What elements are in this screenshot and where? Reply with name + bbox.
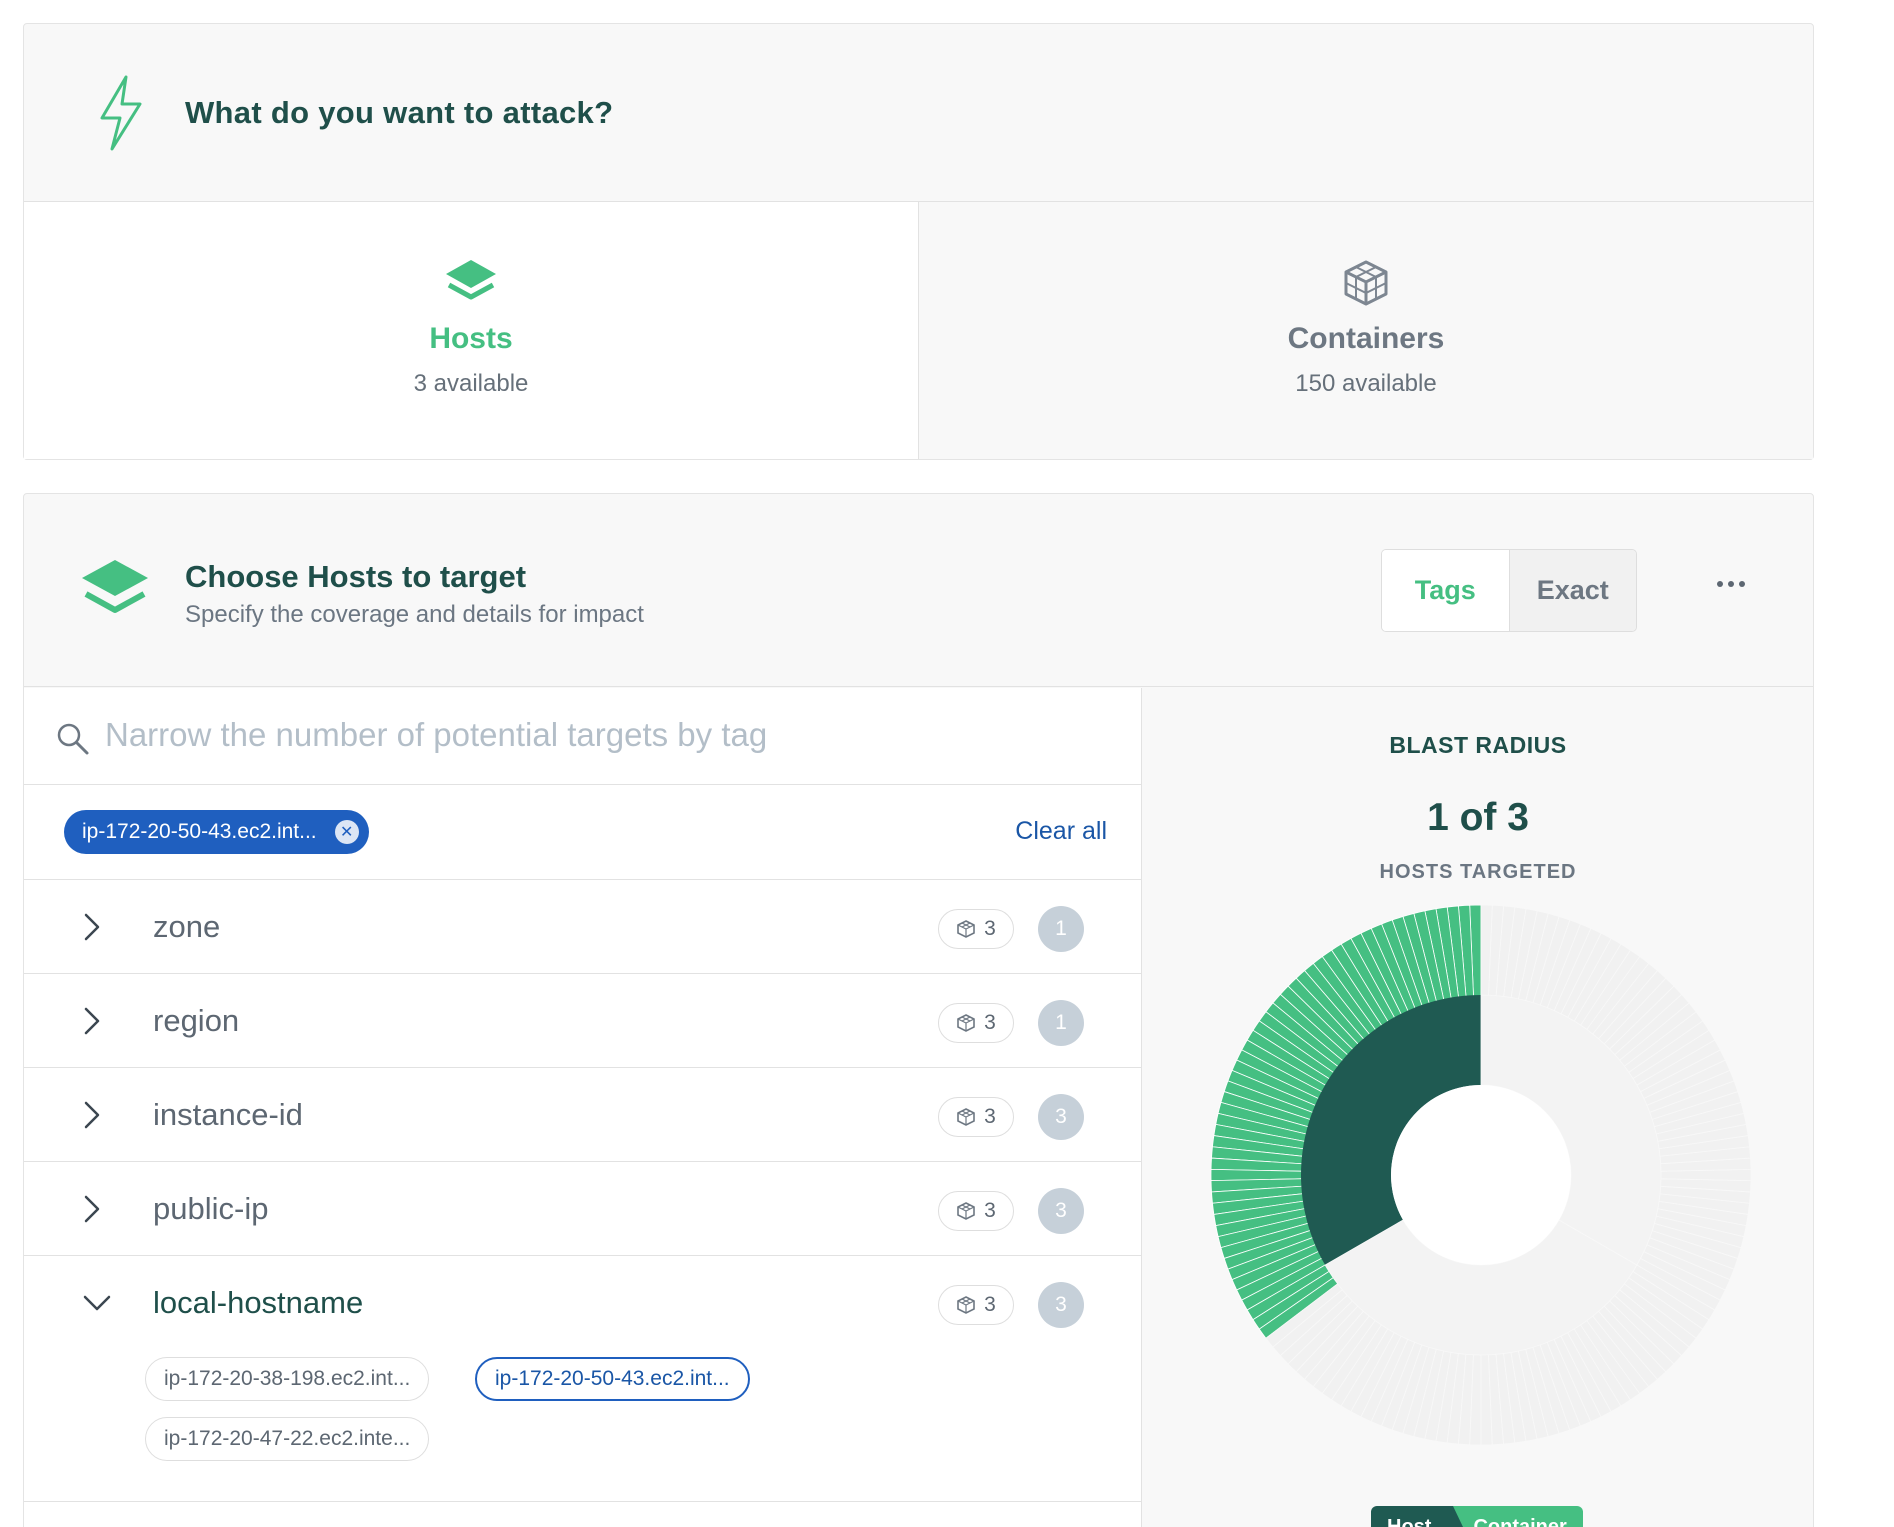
target-type-hosts[interactable]: Hosts 3 available [24, 202, 918, 459]
choose-subtitle: Specify the coverage and details for imp… [185, 601, 644, 628]
tag-search [24, 688, 1141, 785]
selected-tags-row: ip-172-20-50-43.ec2.int... ✕ Clear all [24, 785, 1141, 880]
container-count-badge: 3 [938, 909, 1014, 949]
host-count-badge: 3 [1038, 1188, 1084, 1234]
tag-value-chip[interactable]: ip-172-20-38-198.ec2.int... [145, 1357, 430, 1401]
hosts-targeted-label: HOSTS TARGETED [1379, 861, 1577, 883]
target-type-name: Hosts [429, 322, 513, 355]
mode-toggle: Tags Exact [1381, 549, 1637, 632]
more-options-button[interactable] [1706, 559, 1756, 609]
host-count-badge: 1 [1038, 906, 1084, 952]
target-type-containers[interactable]: Containers 150 available [918, 202, 1813, 459]
legend-host[interactable]: Host [1371, 1506, 1464, 1527]
legend-container[interactable]: Container [1453, 1506, 1583, 1527]
clear-all-link[interactable]: Clear all [1015, 817, 1107, 846]
container-count: 3 [984, 1293, 996, 1316]
tag-row-zone[interactable]: zone 3 1 [24, 880, 1141, 974]
donut-center [1391, 1085, 1571, 1265]
container-cube-icon [956, 1013, 976, 1033]
remove-chip-icon[interactable]: ✕ [334, 820, 359, 844]
blast-radius-donut [1211, 905, 1751, 1445]
container-count: 3 [984, 1011, 996, 1034]
tag-filter-pane: ip-172-20-50-43.ec2.int... ✕ Clear all z… [24, 688, 1142, 1527]
target-type-available: 150 available [1295, 370, 1437, 397]
tag-row-public-ip[interactable]: public-ip 3 3 [24, 1162, 1141, 1256]
tag-name: region [153, 1003, 240, 1038]
blast-radius-pane: BLAST RADIUS 1 of 3 HOSTS TARGETED Host … [1143, 688, 1813, 1527]
tag-name: zone [153, 909, 221, 944]
container-count-badge: 3 [938, 1003, 1014, 1043]
container-count-badge: 3 [938, 1191, 1014, 1231]
more-horizontal-icon [1717, 581, 1723, 587]
tag-name: local-hostname [153, 1285, 364, 1320]
choose-targets-panel: Choose Hosts to target Specify the cover… [23, 493, 1814, 1527]
container-cube-icon [956, 919, 976, 939]
tag-name: public-ip [153, 1191, 269, 1226]
chevron-right-icon[interactable] [80, 910, 104, 949]
tab-exact[interactable]: Exact [1509, 550, 1636, 631]
chevron-down-icon[interactable] [80, 1286, 114, 1325]
target-type-selector: Hosts 3 available Containers 150 availab… [24, 202, 1813, 459]
choose-header: Choose Hosts to target Specify the cover… [24, 494, 1813, 687]
tag-row-region[interactable]: region 3 1 [24, 974, 1141, 1068]
selected-tag-label: ip-172-20-50-43.ec2.int... [82, 820, 317, 843]
container-count-badge: 3 [938, 1097, 1014, 1137]
container-count: 3 [984, 917, 996, 940]
layers-icon [24, 258, 918, 308]
attack-header: What do you want to attack? [24, 24, 1813, 202]
container-cube-icon [956, 1295, 976, 1315]
tag-value-chip[interactable]: ip-172-20-47-22.ec2.inte... [145, 1417, 430, 1461]
chevron-right-icon[interactable] [80, 1004, 104, 1043]
choose-title: Choose Hosts to target [185, 559, 527, 594]
container-count-badge: 3 [938, 1285, 1014, 1325]
lightning-bolt-icon [96, 74, 146, 157]
tag-search-input[interactable] [105, 710, 1105, 760]
host-count-badge: 3 [1038, 1094, 1084, 1140]
tag-row-instance-id[interactable]: instance-id 3 3 [24, 1068, 1141, 1162]
container-count: 3 [984, 1199, 996, 1222]
host-count-badge: 3 [1038, 1282, 1084, 1328]
blast-radius-legend: Host Container [1371, 1506, 1583, 1527]
selected-tag-chip[interactable]: ip-172-20-50-43.ec2.int... ✕ [64, 810, 369, 854]
tab-tags[interactable]: Tags [1382, 550, 1510, 631]
search-icon [55, 721, 91, 762]
chevron-right-icon[interactable] [80, 1098, 104, 1137]
container-cube-icon [919, 258, 1813, 308]
tag-row-local-hostname[interactable]: local-hostname 3 3 ip-172-20-38-198.ec2.int… [24, 1256, 1141, 1502]
tag-value-chip[interactable]: ip-172-20-50-43.ec2.int... [475, 1357, 750, 1401]
container-cube-icon [956, 1107, 976, 1127]
container-count: 3 [984, 1105, 996, 1128]
blast-radius-title: BLAST RADIUS [1389, 732, 1567, 758]
target-type-name: Containers [1287, 322, 1445, 355]
attack-panel: What do you want to attack? Hosts 3 avai… [23, 23, 1814, 460]
tag-list: zone 3 1 region 3 1 instance-id 3 3 public-ip 3 3 lo… [24, 880, 1141, 1502]
chevron-right-icon[interactable] [80, 1192, 104, 1231]
host-count-badge: 1 [1038, 1000, 1084, 1046]
tag-name: instance-id [153, 1097, 303, 1132]
attack-title: What do you want to attack? [185, 95, 614, 130]
layers-icon [80, 558, 150, 627]
more-dot [1739, 581, 1745, 587]
target-type-available: 3 available [413, 370, 529, 397]
hosts-targeted-count: 1 of 3 [1427, 796, 1529, 839]
more-dot [1728, 581, 1734, 587]
container-cube-icon [956, 1201, 976, 1221]
targeting-body: ip-172-20-50-43.ec2.int... ✕ Clear all z… [24, 688, 1813, 1527]
